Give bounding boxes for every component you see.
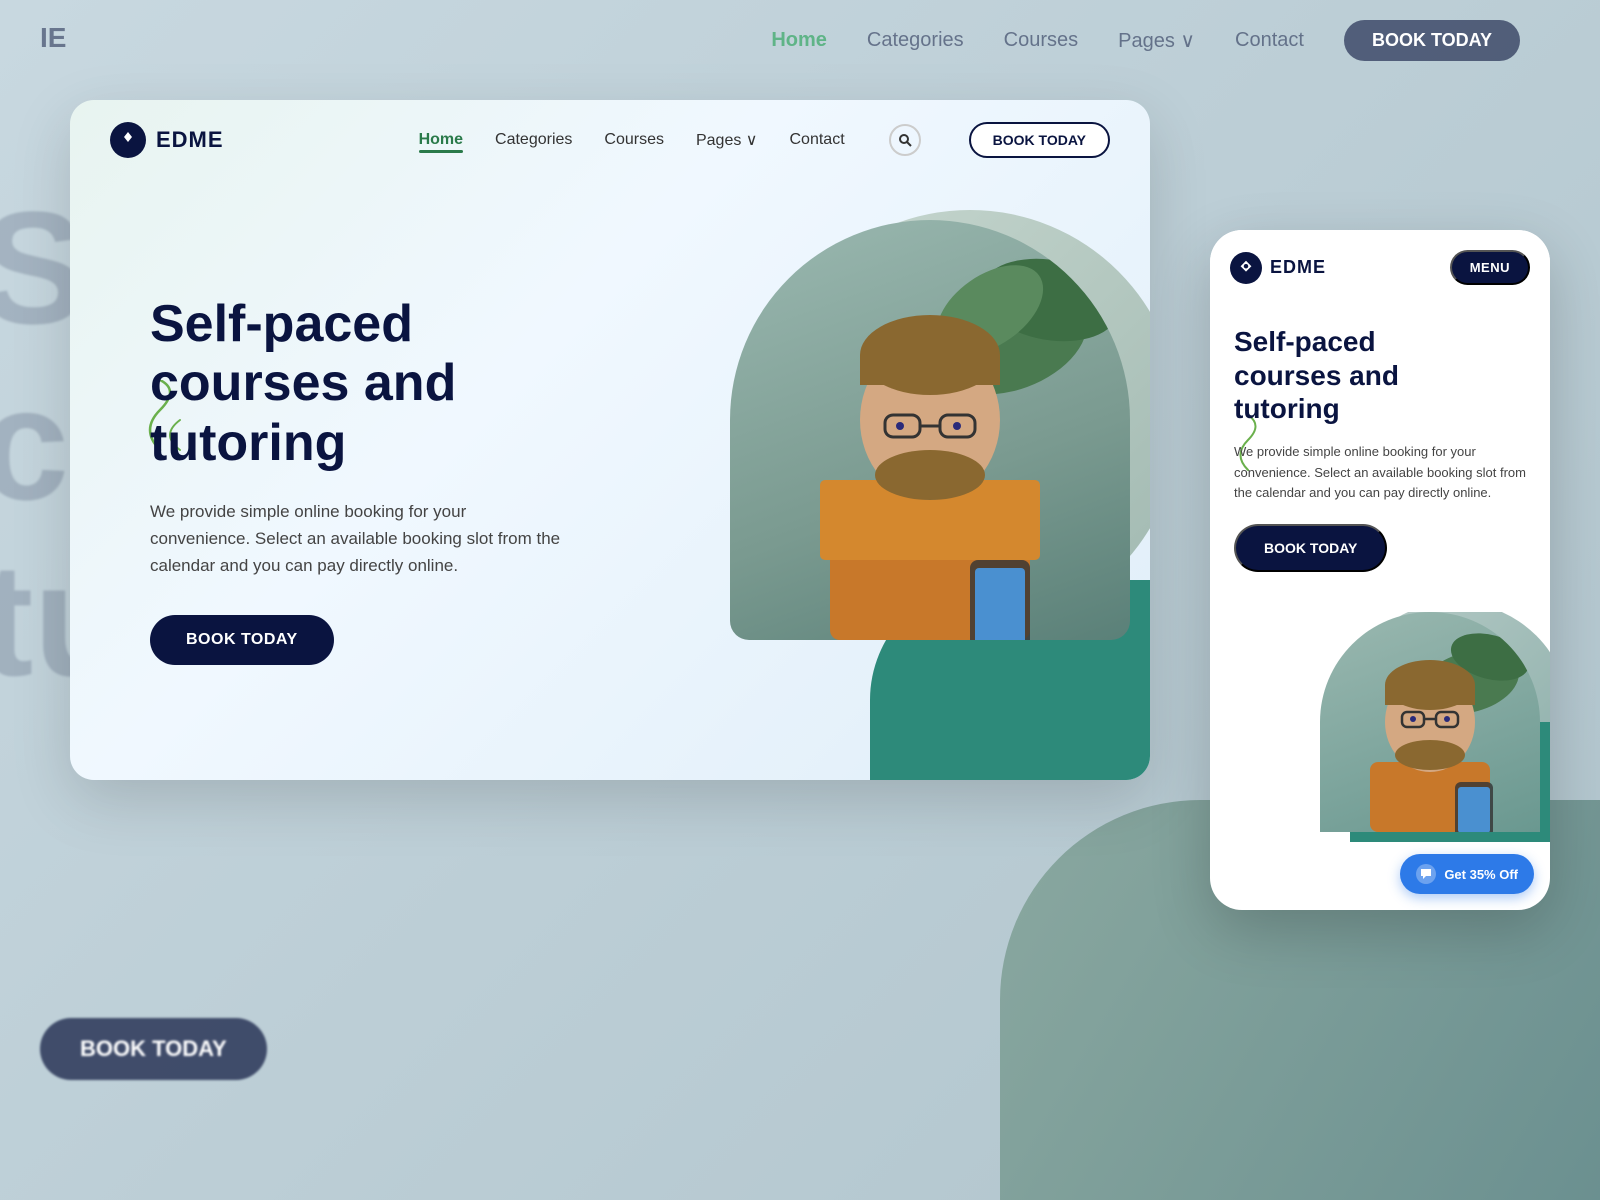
chat-bubble-text: Get 35% Off (1444, 867, 1518, 882)
nav-courses[interactable]: Courses (604, 131, 664, 149)
bg-nav-courses: Courses (1004, 29, 1078, 52)
desktop-navbar: EDME Home Categories Courses Pages ∨ Con… (70, 100, 1150, 180)
desktop-nav-book-button[interactable]: BOOK TODAY (969, 122, 1110, 158)
bg-nav-categories: Categories (867, 29, 964, 52)
mobile-person-image (1320, 612, 1540, 832)
mobile-hero: Self-paced courses and tutoring We provi… (1210, 305, 1550, 612)
mobile-navbar: EDME MENU (1210, 230, 1550, 305)
bg-nav-contact: Contact (1235, 29, 1304, 52)
desktop-logo: EDME (110, 122, 224, 158)
nav-home[interactable]: Home (419, 131, 463, 149)
desktop-card: EDME Home Categories Courses Pages ∨ Con… (70, 100, 1150, 780)
mobile-hero-description: We provide simple online booking for you… (1234, 442, 1526, 504)
mobile-logo: EDME (1230, 252, 1326, 284)
mobile-logo-text: EDME (1270, 257, 1326, 278)
desktop-nav-links: Home Categories Courses Pages ∨ Contact … (419, 122, 1110, 158)
hero-title: Self-paced courses and tutoring (150, 295, 570, 474)
hero-content: Self-paced courses and tutoring We provi… (150, 295, 570, 666)
bg-nav-home: Home (771, 29, 827, 52)
desktop-hero: Self-paced courses and tutoring We provi… (70, 180, 1150, 780)
nav-categories[interactable]: Categories (495, 131, 572, 149)
bg-nav-pages: Pages ∨ (1118, 28, 1195, 53)
hero-image-area (670, 180, 1150, 780)
mobile-menu-button[interactable]: MENU (1450, 250, 1530, 285)
desktop-hero-book-button[interactable]: BOOK TODAY (150, 615, 334, 665)
bg-nav: IE Home Categories Courses Pages ∨ Conta… (0, 0, 1600, 80)
chat-icon (1416, 864, 1436, 884)
hero-description: We provide simple online booking for you… (150, 498, 570, 580)
nav-contact[interactable]: Contact (790, 131, 845, 149)
mobile-card: EDME MENU Self-paced courses and tutorin… (1210, 230, 1550, 910)
hero-person-image (730, 220, 1130, 640)
logo-icon (110, 122, 146, 158)
mobile-hero-title: Self-paced courses and tutoring (1234, 325, 1526, 426)
search-icon[interactable] (889, 124, 921, 156)
mobile-logo-icon (1230, 252, 1262, 284)
chat-bubble[interactable]: Get 35% Off (1400, 854, 1534, 894)
desktop-logo-text: EDME (156, 127, 224, 153)
nav-pages[interactable]: Pages ∨ (696, 130, 758, 150)
bg-bottom-book-btn: BOOK TODAY (40, 1018, 267, 1080)
mobile-image-area (1210, 612, 1550, 842)
bg-logo: IE (40, 22, 66, 54)
mobile-hero-book-button[interactable]: BOOK TODAY (1234, 524, 1387, 572)
bg-book-btn: BOOK TODAY (1344, 20, 1520, 61)
